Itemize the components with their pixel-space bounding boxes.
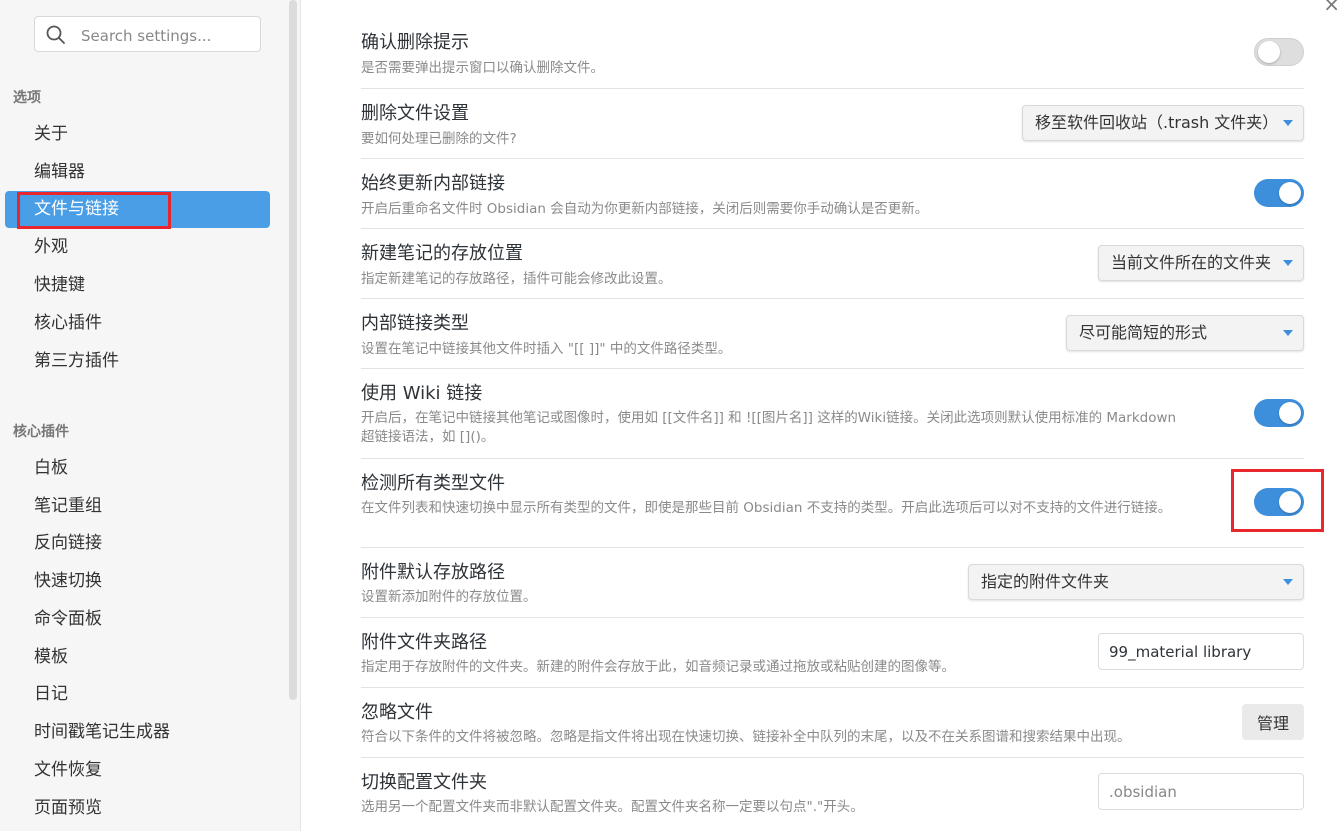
setting-desc: 开启后重命名文件时 Obsidian 会自动为你更新内部链接，关闭后则需要你手动…: [361, 201, 929, 217]
chevron-down-icon: [1283, 260, 1293, 266]
setting-name: 内部链接类型: [361, 313, 469, 334]
auto-update-links-toggle[interactable]: [1254, 179, 1304, 207]
sidebar-item-community-plugins[interactable]: 第三方插件: [5, 343, 270, 380]
setting-name: 新建笔记的存放位置: [361, 243, 523, 264]
manage-button[interactable]: 管理: [1242, 704, 1304, 740]
dropdown-value: 移至软件回收站（.trash 文件夹）: [1035, 113, 1279, 132]
setting-row-new-note-location: 新建笔记的存放位置 指定新建笔记的存放路径，插件可能会修改此设置。 当前文件所在…: [361, 228, 1304, 298]
setting-desc: 指定新建笔记的存放路径，插件可能会修改此设置。: [361, 271, 672, 287]
setting-row-attachment-location: 附件默认存放路径 设置新添加附件的存放位置。 指定的附件文件夹: [361, 547, 1304, 617]
detect-all-extensions-toggle[interactable]: [1254, 488, 1304, 516]
sidebar-item-note-composer[interactable]: 笔记重组: [5, 488, 270, 525]
config-folder-input[interactable]: [1098, 773, 1304, 810]
setting-row-link-format: 内部链接类型 设置在笔记中链接其他文件时插入 "[[ ]]" 中的文件路径类型。…: [361, 298, 1304, 368]
toggle-knob: [1279, 182, 1301, 204]
sidebar-item-editor[interactable]: 编辑器: [5, 154, 270, 191]
settings-sidebar: 选项 关于 编辑器 文件与链接 外观 快捷键 核心插件 第三方插件 核心插件 白…: [0, 0, 286, 831]
sidebar-item-daily-notes[interactable]: 日记: [5, 676, 270, 713]
sidebar-item-about[interactable]: 关于: [5, 116, 270, 153]
setting-name: 切换配置文件夹: [361, 772, 487, 793]
sidebar-item-unique-note[interactable]: 时间戳笔记生成器: [5, 714, 270, 751]
chevron-down-icon: [1283, 120, 1293, 126]
deleted-files-dropdown[interactable]: 移至软件回收站（.trash 文件夹）: [1022, 105, 1304, 141]
setting-row-detect-all-extensions: 检测所有类型文件 在文件列表和快速切换中显示所有类型的文件，即使是那些目前 Ob…: [361, 458, 1304, 547]
sidebar-item-core-plugins[interactable]: 核心插件: [5, 305, 270, 342]
attachment-location-dropdown[interactable]: 指定的附件文件夹: [968, 564, 1304, 600]
group-title-core-plugins: 核心插件: [13, 424, 69, 440]
settings-content: × 确认删除提示 是否需要弹出提示窗口以确认删除文件。 删除文件设置 要如何处理…: [301, 0, 1342, 831]
setting-desc: 选用另一个配置文件夹而非默认配置文件夹。配置文件夹名称一定要以句点"."开头。: [361, 799, 864, 815]
setting-desc: 指定用于存放附件的文件夹。新建的附件会存放于此，如音频记录或通过拖放或粘贴创建的…: [361, 659, 955, 675]
setting-name: 附件文件夹路径: [361, 632, 487, 653]
search-box[interactable]: [34, 16, 261, 52]
sidebar-item-file-recovery[interactable]: 文件恢复: [5, 752, 270, 789]
setting-desc: 设置在笔记中链接其他文件时插入 "[[ ]]" 中的文件路径类型。: [361, 341, 732, 357]
sidebar-scrollbar[interactable]: [286, 0, 301, 831]
setting-row-attachment-folder: 附件文件夹路径 指定用于存放附件的文件夹。新建的附件会存放于此，如音频记录或通过…: [361, 617, 1304, 687]
sidebar-item-quick-switcher[interactable]: 快速切换: [5, 563, 270, 600]
setting-desc: 是否需要弹出提示窗口以确认删除文件。: [361, 60, 604, 76]
link-format-dropdown[interactable]: 尽可能简短的形式: [1066, 315, 1304, 351]
search-icon: [46, 25, 65, 44]
dropdown-value: 指定的附件文件夹: [981, 572, 1110, 591]
confirm-delete-toggle[interactable]: [1254, 38, 1304, 66]
dropdown-value: 当前文件所在的文件夹: [1111, 253, 1272, 272]
dropdown-value: 尽可能简短的形式: [1079, 323, 1208, 342]
chevron-down-icon: [1283, 579, 1293, 585]
setting-desc: 要如何处理已删除的文件?: [361, 131, 517, 147]
setting-desc: 设置新添加附件的存放位置。: [361, 589, 537, 605]
setting-desc: 符合以下条件的文件将被忽略。忽略是指文件将出现在快速切换、链接补全中队列的末尾，…: [361, 729, 1131, 745]
toggle-knob: [1258, 41, 1280, 63]
search-input[interactable]: [79, 24, 253, 48]
wikilinks-toggle[interactable]: [1254, 399, 1304, 427]
sidebar-item-command-palette[interactable]: 命令面板: [5, 601, 270, 638]
toggle-knob: [1279, 402, 1301, 424]
sidebar-item-page-preview[interactable]: 页面预览: [5, 790, 270, 827]
setting-row-confirm-delete: 确认删除提示 是否需要弹出提示窗口以确认删除文件。: [361, 18, 1304, 88]
setting-row-wikilinks: 使用 Wiki 链接 开启后，在笔记中链接其他笔记或图像时，使用如 [[文件名]…: [361, 368, 1304, 458]
sidebar-scrollbar-thumb[interactable]: [289, 0, 297, 700]
close-icon[interactable]: ×: [1323, 0, 1340, 14]
setting-name: 使用 Wiki 链接: [361, 383, 483, 404]
setting-name: 始终更新内部链接: [361, 173, 505, 194]
setting-desc: 开启后，在笔记中链接其他笔记或图像时，使用如 [[文件名]] 和 ![[图片名]…: [361, 410, 1177, 445]
setting-name: 检测所有类型文件: [361, 473, 505, 494]
sidebar-item-canvas[interactable]: 白板: [5, 450, 270, 487]
setting-name: 忽略文件: [361, 702, 433, 723]
sidebar-item-hotkeys[interactable]: 快捷键: [5, 267, 270, 304]
group-title-options: 选项: [13, 90, 41, 106]
sidebar-item-templates[interactable]: 模板: [5, 639, 270, 676]
attachment-folder-input[interactable]: [1098, 633, 1304, 670]
setting-name: 删除文件设置: [361, 103, 469, 124]
setting-row-config-folder: 切换配置文件夹 选用另一个配置文件夹而非默认配置文件夹。配置文件夹名称一定要以句…: [361, 757, 1304, 831]
sidebar-item-files-links[interactable]: 文件与链接: [5, 191, 270, 228]
sidebar-item-appearance[interactable]: 外观: [5, 229, 270, 266]
toggle-knob: [1279, 491, 1301, 513]
new-note-location-dropdown[interactable]: 当前文件所在的文件夹: [1098, 245, 1304, 281]
setting-row-deleted-files: 删除文件设置 要如何处理已删除的文件? 移至软件回收站（.trash 文件夹）: [361, 88, 1304, 158]
setting-row-excluded-files: 忽略文件 符合以下条件的文件将被忽略。忽略是指文件将出现在快速切换、链接补全中队…: [361, 687, 1304, 757]
chevron-down-icon: [1283, 330, 1293, 336]
setting-desc: 在文件列表和快速切换中显示所有类型的文件，即使是那些目前 Obsidian 不支…: [361, 500, 1172, 516]
sidebar-item-backlinks[interactable]: 反向链接: [5, 525, 270, 562]
setting-name: 附件默认存放路径: [361, 562, 505, 583]
setting-name: 确认删除提示: [361, 32, 469, 53]
setting-row-auto-update-links: 始终更新内部链接 开启后重命名文件时 Obsidian 会自动为你更新内部链接，…: [361, 158, 1304, 228]
